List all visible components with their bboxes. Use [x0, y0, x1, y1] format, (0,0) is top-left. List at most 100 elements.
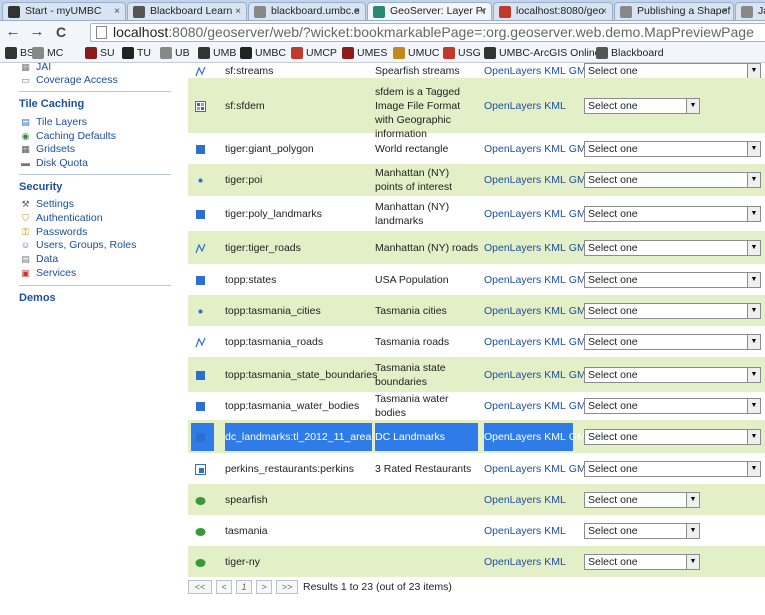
format-link-kml[interactable]: KML	[544, 305, 566, 317]
sidebar-heading-tile-caching[interactable]: Tile Caching	[19, 98, 84, 110]
format-link-kml[interactable]: KML	[544, 242, 566, 254]
chevron-down-icon[interactable]: ▼	[747, 173, 760, 187]
sidebar-item-disk-quota[interactable]: ▬ Disk Quota	[20, 157, 88, 169]
output-format-select[interactable]: Select one ▼	[584, 333, 761, 350]
format-link-openlayers[interactable]: OpenLayers	[484, 369, 541, 381]
format-link-kml[interactable]: KML	[544, 336, 566, 348]
sidebar-heading-security[interactable]: Security	[19, 181, 62, 193]
bookmark-item[interactable]: UMBC	[240, 46, 286, 61]
format-link-openlayers[interactable]: OpenLayers	[484, 65, 541, 77]
pager-page-1[interactable]: 1	[236, 580, 252, 594]
bookmark-item[interactable]: UMES	[342, 46, 387, 61]
reload-button[interactable]: C	[52, 23, 70, 41]
chevron-down-icon[interactable]: ▼	[747, 461, 760, 476]
output-format-select[interactable]: Select one ▼	[584, 63, 761, 79]
bookmark-item[interactable]: UMUC	[393, 46, 440, 61]
format-link-kml[interactable]: KML	[544, 143, 566, 155]
sidebar-heading-demos[interactable]: Demos	[19, 292, 56, 304]
browser-tab[interactable]: Publishing a Shapef ×	[614, 2, 734, 20]
chevron-down-icon[interactable]: ▼	[747, 272, 760, 287]
output-format-select[interactable]: Select one ▼	[584, 239, 761, 256]
back-button[interactable]: ←	[4, 23, 22, 41]
chevron-down-icon[interactable]: ▼	[747, 240, 760, 255]
format-link-openlayers[interactable]: OpenLayers	[484, 494, 541, 506]
format-link-kml[interactable]: KML	[544, 100, 566, 112]
format-link-openlayers[interactable]: OpenLayers	[484, 143, 541, 155]
sidebar-item-jai[interactable]: ▦ JAI	[20, 63, 51, 73]
sidebar-item-passwords[interactable]: ⚿ Passwords	[20, 226, 87, 238]
bookmark-item[interactable]: USG	[443, 46, 481, 61]
format-link-kml[interactable]: KML	[544, 494, 566, 506]
chevron-down-icon[interactable]: ▼	[747, 63, 760, 78]
sidebar-item-gridsets[interactable]: ▦ Gridsets	[20, 143, 75, 155]
chevron-down-icon[interactable]: ▼	[686, 554, 699, 569]
output-format-select[interactable]: Select one ▼	[584, 140, 761, 157]
url-bar[interactable]: localhost:8080/geoserver/web/?wicket:boo…	[90, 23, 765, 42]
sidebar-item-coverage-access[interactable]: ▭ Coverage Access	[20, 74, 117, 86]
bookmark-item[interactable]: UMB	[198, 46, 236, 61]
format-link-openlayers[interactable]: OpenLayers	[484, 431, 541, 443]
bookmark-item[interactable]: Blackboard	[596, 46, 664, 61]
output-format-select[interactable]: Select one ▼	[584, 97, 700, 114]
format-link-kml[interactable]: KML	[544, 431, 566, 443]
format-link-kml[interactable]: KML	[544, 65, 566, 77]
browser-tab[interactable]: Jav	[735, 2, 765, 20]
bookmark-item[interactable]: MC	[32, 46, 63, 61]
close-icon[interactable]: ×	[722, 3, 728, 20]
format-link-openlayers[interactable]: OpenLayers	[484, 274, 541, 286]
format-link-openlayers[interactable]: OpenLayers	[484, 208, 541, 220]
format-link-openlayers[interactable]: OpenLayers	[484, 242, 541, 254]
format-link-openlayers[interactable]: OpenLayers	[484, 336, 541, 348]
chevron-down-icon[interactable]: ▼	[747, 334, 760, 349]
sidebar-item-users-groups-roles[interactable]: ☺ Users, Groups, Roles	[20, 239, 136, 251]
browser-tab[interactable]: localhost:8080/geo ×	[493, 2, 613, 20]
browser-tab[interactable]: blackboard.umbc.e ×	[248, 2, 366, 20]
chevron-down-icon[interactable]: ▼	[686, 523, 699, 538]
chevron-down-icon[interactable]: ▼	[747, 303, 760, 318]
format-link-kml[interactable]: KML	[544, 463, 566, 475]
output-format-select[interactable]: Select one ▼	[584, 302, 761, 319]
format-link-kml[interactable]: KML	[544, 174, 566, 186]
sidebar-item-authentication[interactable]: ⛉ Authentication	[20, 212, 102, 224]
chevron-down-icon[interactable]: ▼	[747, 141, 760, 156]
output-format-select[interactable]: Select one ▼	[584, 398, 761, 414]
sidebar-item-services[interactable]: ▣ Services	[20, 267, 76, 279]
format-link-kml[interactable]: KML	[544, 525, 566, 537]
chevron-down-icon[interactable]: ▼	[747, 206, 760, 221]
close-icon[interactable]: ×	[354, 3, 360, 20]
sidebar-item-data[interactable]: ▤ Data	[20, 253, 58, 265]
output-format-select[interactable]: Select one ▼	[584, 172, 761, 188]
format-link-openlayers[interactable]: OpenLayers	[484, 400, 541, 412]
format-link-openlayers[interactable]: OpenLayers	[484, 100, 541, 112]
output-format-select[interactable]: Select one ▼	[584, 553, 700, 570]
sidebar-item-tile-layers[interactable]: ▤ Tile Layers	[20, 116, 87, 128]
output-format-select[interactable]: Select one ▼	[584, 205, 761, 222]
bookmark-item[interactable]: UMCP	[291, 46, 337, 61]
chevron-down-icon[interactable]: ▼	[686, 492, 699, 507]
bookmark-item[interactable]: UB	[160, 46, 190, 61]
format-link-kml[interactable]: KML	[544, 556, 566, 568]
format-link-openlayers[interactable]: OpenLayers	[484, 525, 541, 537]
format-link-openlayers[interactable]: OpenLayers	[484, 463, 541, 475]
browser-tab[interactable]: Blackboard Learn ×	[127, 2, 247, 20]
output-format-select[interactable]: Select one ▼	[584, 491, 700, 508]
output-format-select[interactable]: Select one ▼	[584, 428, 761, 445]
chevron-down-icon[interactable]: ▼	[747, 367, 760, 382]
browser-tab[interactable]: Start - myUMBC ×	[2, 2, 126, 20]
format-link-kml[interactable]: KML	[544, 400, 566, 412]
browser-tab[interactable]: GeoServer: Layer Pr ×	[367, 2, 492, 20]
pager-next-button[interactable]: >	[256, 580, 272, 594]
output-format-select[interactable]: Select one ▼	[584, 522, 700, 539]
pager-first-button[interactable]: <<	[188, 580, 212, 594]
bookmark-item[interactable]: SU	[85, 46, 115, 61]
close-icon[interactable]: ×	[480, 3, 486, 20]
pager-last-button[interactable]: >>	[276, 580, 298, 594]
format-link-kml[interactable]: KML	[544, 274, 566, 286]
sidebar-item-caching-defaults[interactable]: ◉ Caching Defaults	[20, 130, 116, 142]
format-link-kml[interactable]: KML	[544, 369, 566, 381]
output-format-select[interactable]: Select one ▼	[584, 460, 761, 477]
format-link-openlayers[interactable]: OpenLayers	[484, 305, 541, 317]
bookmark-item[interactable]: TU	[122, 46, 151, 61]
bookmark-item[interactable]: UMBC-ArcGIS Online	[484, 46, 601, 61]
forward-button[interactable]: →	[28, 23, 46, 41]
